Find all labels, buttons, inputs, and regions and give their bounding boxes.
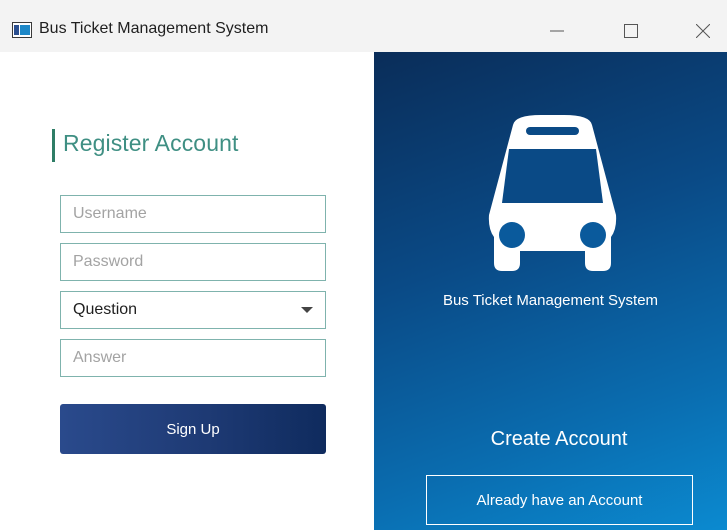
answer-input[interactable] <box>61 340 325 376</box>
bus-icon <box>488 115 617 271</box>
question-select[interactable]: Question <box>60 291 326 329</box>
minimize-icon <box>550 30 564 32</box>
question-select-value: Question <box>73 301 138 318</box>
maximize-button[interactable] <box>606 10 656 52</box>
create-account-label: Create Account <box>490 428 628 450</box>
brand-panel: Bus Ticket Management System Create Acco… <box>374 52 727 530</box>
heading-accent-bar <box>52 129 55 162</box>
password-input[interactable] <box>61 244 325 280</box>
register-heading: Register Account <box>63 130 239 156</box>
minimize-button[interactable] <box>532 10 582 52</box>
close-button[interactable] <box>678 10 727 52</box>
app-icon <box>12 22 32 38</box>
close-icon <box>696 24 710 38</box>
already-have-account-button[interactable]: Already have an Account <box>426 475 693 525</box>
answer-field-box <box>60 339 326 377</box>
password-field-box <box>60 243 326 281</box>
sign-up-button[interactable]: Sign Up <box>60 404 326 454</box>
app-window: Bus Ticket Management System Register Ac… <box>0 0 727 530</box>
title-bar: Bus Ticket Management System <box>0 0 727 52</box>
username-input[interactable] <box>61 196 325 232</box>
username-field-box <box>60 195 326 233</box>
window-title: Bus Ticket Management System <box>39 20 269 37</box>
chevron-down-icon <box>301 307 313 313</box>
system-name-label: Bus Ticket Management System <box>442 292 659 309</box>
register-panel: Register Account Question Sign Up <box>0 52 374 530</box>
maximize-icon <box>624 24 638 38</box>
